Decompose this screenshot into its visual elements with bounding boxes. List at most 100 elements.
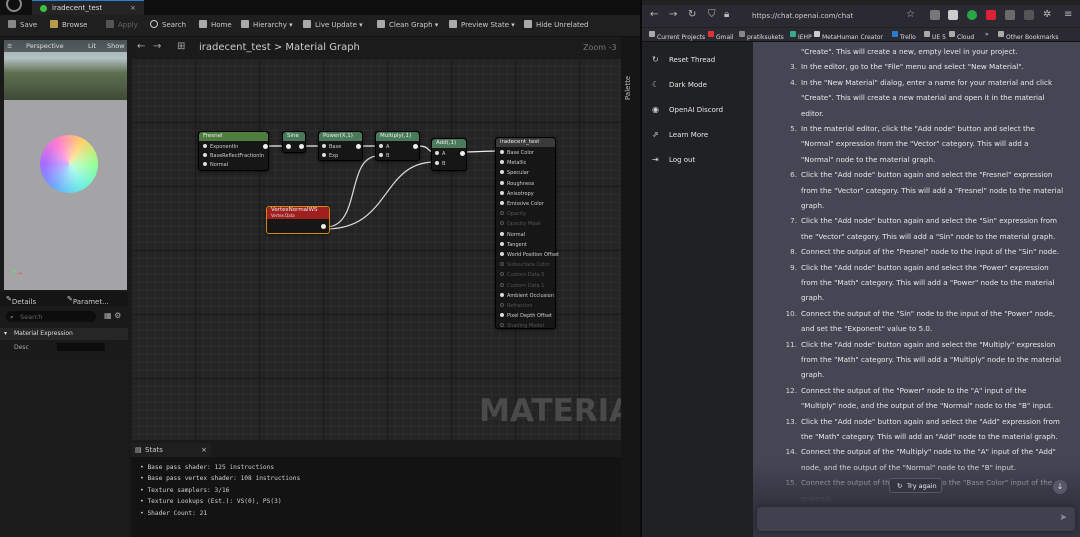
result-pin[interactable]: Opacity Mask bbox=[500, 221, 541, 227]
bookmark-item[interactable]: Trello bbox=[892, 31, 916, 41]
fresnel-pin[interactable]: BaseReflectFractionIn bbox=[203, 153, 264, 159]
grid-view-icon[interactable]: ▦ bbox=[104, 311, 112, 320]
bookmark-item[interactable]: MetaHuman Creator bbox=[814, 31, 883, 41]
vertex-normal-output-pin[interactable] bbox=[321, 224, 326, 229]
multiply-pin-a[interactable]: A bbox=[379, 144, 389, 150]
scroll-down-icon[interactable]: ↓ bbox=[1053, 480, 1067, 494]
result-pin[interactable]: Subsurface Color bbox=[500, 262, 550, 268]
result-pin[interactable]: Base Color bbox=[500, 150, 534, 156]
multiply-node[interactable]: Multiply(,1) A B bbox=[375, 131, 420, 161]
result-pin[interactable]: Pixel Depth Offset bbox=[500, 313, 552, 319]
sine-input-pin[interactable] bbox=[286, 144, 291, 149]
save-button[interactable]: Save bbox=[8, 20, 37, 32]
extension-icon[interactable] bbox=[967, 10, 977, 20]
clean-graph-button[interactable]: Clean Graph ▾ bbox=[377, 20, 438, 32]
search-button[interactable]: Search bbox=[150, 20, 186, 32]
send-icon[interactable]: ➤ bbox=[1059, 513, 1067, 523]
tab-details[interactable]: ✎ Details bbox=[6, 295, 36, 306]
result-pin[interactable]: Custom Data 0 bbox=[500, 272, 544, 278]
sidebar-item-learn-more[interactable]: ⇗ Learn More bbox=[652, 130, 708, 139]
sidebar-item-dark-mode[interactable]: ☾ Dark Mode bbox=[652, 80, 707, 89]
apply-button[interactable]: Apply bbox=[106, 20, 138, 32]
result-pin[interactable]: Normal bbox=[500, 231, 525, 238]
power-pin-base[interactable]: Base bbox=[322, 144, 341, 150]
forward-arrow-icon[interactable]: → bbox=[153, 41, 161, 52]
fresnel-pin[interactable]: Normal bbox=[203, 162, 228, 168]
power-node[interactable]: Power(X,1) Base Exp bbox=[318, 131, 363, 161]
palette-tab[interactable]: Palette bbox=[624, 40, 638, 100]
sidebar-item-discord[interactable]: ◉ OpenAI Discord bbox=[652, 105, 723, 114]
forward-icon[interactable]: → bbox=[669, 9, 677, 20]
reload-icon[interactable]: ↻ bbox=[688, 9, 696, 20]
bookmarks-overflow-icon[interactable]: » bbox=[985, 31, 989, 38]
asset-tab[interactable]: iradecent_test × bbox=[32, 0, 144, 15]
extension-icon[interactable] bbox=[986, 10, 996, 20]
result-pin[interactable]: Ambient Occlusion bbox=[500, 292, 554, 299]
pocket-icon[interactable] bbox=[930, 10, 940, 20]
bookmark-item[interactable]: IEHP bbox=[790, 31, 812, 41]
menu-icon[interactable]: ≡ bbox=[1064, 9, 1072, 20]
bookmark-item[interactable]: pratiksukets bbox=[739, 31, 784, 41]
address-bar[interactable]: https://chat.openai.com/chat bbox=[750, 8, 900, 24]
show-button[interactable]: Show bbox=[107, 42, 125, 50]
back-arrow-icon[interactable]: ← bbox=[137, 41, 145, 52]
bookmark-item[interactable]: Gmail bbox=[708, 31, 734, 41]
result-pin[interactable]: Roughness bbox=[500, 180, 534, 187]
add-pin-a[interactable]: A bbox=[435, 151, 445, 157]
message-input[interactable]: ➤ bbox=[757, 507, 1075, 531]
bookmark-star-icon[interactable]: ☆ bbox=[906, 9, 915, 20]
result-pin[interactable]: Shading Model bbox=[500, 323, 544, 329]
result-pin[interactable]: Specular bbox=[500, 170, 529, 176]
details-search-input[interactable]: ⌕ Search bbox=[6, 311, 96, 322]
live-update-dropdown[interactable]: Live Update ▾ bbox=[303, 20, 363, 32]
extensions-puzzle-icon[interactable]: ✲ bbox=[1043, 9, 1051, 20]
power-pin-exp[interactable]: Exp bbox=[322, 153, 338, 159]
sine-node[interactable]: Sine bbox=[282, 131, 306, 153]
bookmark-item[interactable]: Current Projects bbox=[649, 31, 705, 41]
perspective-button[interactable]: Perspective bbox=[26, 42, 64, 50]
try-again-button[interactable]: ↻ Try again bbox=[889, 478, 942, 493]
extension-icon[interactable] bbox=[948, 10, 958, 20]
close-stats-icon[interactable]: × bbox=[201, 446, 207, 454]
result-pin[interactable]: Emissive Color bbox=[500, 201, 544, 207]
fresnel-pin[interactable]: Exponentln bbox=[203, 144, 238, 150]
sidebar-item-reset-thread[interactable]: ↻ Reset Thread bbox=[652, 55, 715, 64]
back-icon[interactable]: ← bbox=[650, 9, 658, 20]
collapse-arrow-icon[interactable]: ▾ bbox=[4, 330, 7, 337]
result-pin[interactable]: Refraction bbox=[500, 303, 533, 309]
multiply-output-pin[interactable] bbox=[413, 144, 418, 149]
result-pin[interactable]: Anisotropy bbox=[500, 190, 534, 197]
result-pin[interactable]: Tangent bbox=[500, 241, 527, 248]
result-pin[interactable]: World Position Offset bbox=[500, 252, 559, 258]
tab-parameters[interactable]: ✎ Paramet... bbox=[67, 295, 109, 306]
fresnel-node[interactable]: Fresnel Exponentln BaseReflectFractionIn… bbox=[198, 131, 269, 171]
multiply-pin-b[interactable]: B bbox=[379, 153, 389, 159]
vertex-normal-node[interactable]: VertexNormalWS Vertex Data bbox=[266, 206, 330, 234]
fresnel-output-pin[interactable] bbox=[263, 144, 268, 149]
details-options[interactable]: ▦ ⚙ bbox=[104, 311, 121, 320]
hide-unrelated-button[interactable]: Hide Unrelated bbox=[524, 20, 589, 32]
hierarchy-dropdown[interactable]: Hierarchy ▾ bbox=[241, 20, 293, 32]
material-result-node[interactable]: iradecent_test Base Color Metallic Specula… bbox=[495, 137, 559, 329]
browse-button[interactable]: Browse bbox=[50, 20, 88, 32]
close-tab-icon[interactable]: × bbox=[130, 4, 136, 12]
sine-output-pin[interactable] bbox=[299, 144, 304, 149]
viewport-menu-icon[interactable]: ≡ bbox=[7, 42, 12, 50]
material-expression-section[interactable]: ▾ Material Expression bbox=[0, 328, 128, 340]
bookmark-item[interactable]: UE 5 bbox=[924, 31, 946, 41]
sidebar-item-log-out[interactable]: ⇥ Log out bbox=[652, 155, 695, 164]
add-pin-b[interactable]: B bbox=[435, 161, 445, 167]
power-output-pin[interactable] bbox=[356, 144, 361, 149]
lit-button[interactable]: Lit bbox=[88, 42, 96, 50]
result-pin[interactable]: Opacity bbox=[500, 211, 526, 217]
settings-gear-icon[interactable]: ⚙ bbox=[114, 311, 121, 320]
add-node[interactable]: Add(,1) A B bbox=[431, 138, 467, 171]
add-output-pin[interactable] bbox=[460, 151, 465, 156]
preview-viewport[interactable]: ≡ Perspective Lit Show ↑→ bbox=[4, 40, 127, 290]
stats-tab[interactable]: ▤ Stats × bbox=[131, 443, 211, 457]
result-pin[interactable]: Custom Data 1 bbox=[500, 282, 544, 289]
extension-icon[interactable] bbox=[1005, 10, 1015, 20]
bookmark-item[interactable]: Other Bookmarks bbox=[998, 31, 1058, 41]
desc-field[interactable] bbox=[57, 343, 105, 351]
result-pin[interactable]: Metallic bbox=[500, 160, 526, 166]
